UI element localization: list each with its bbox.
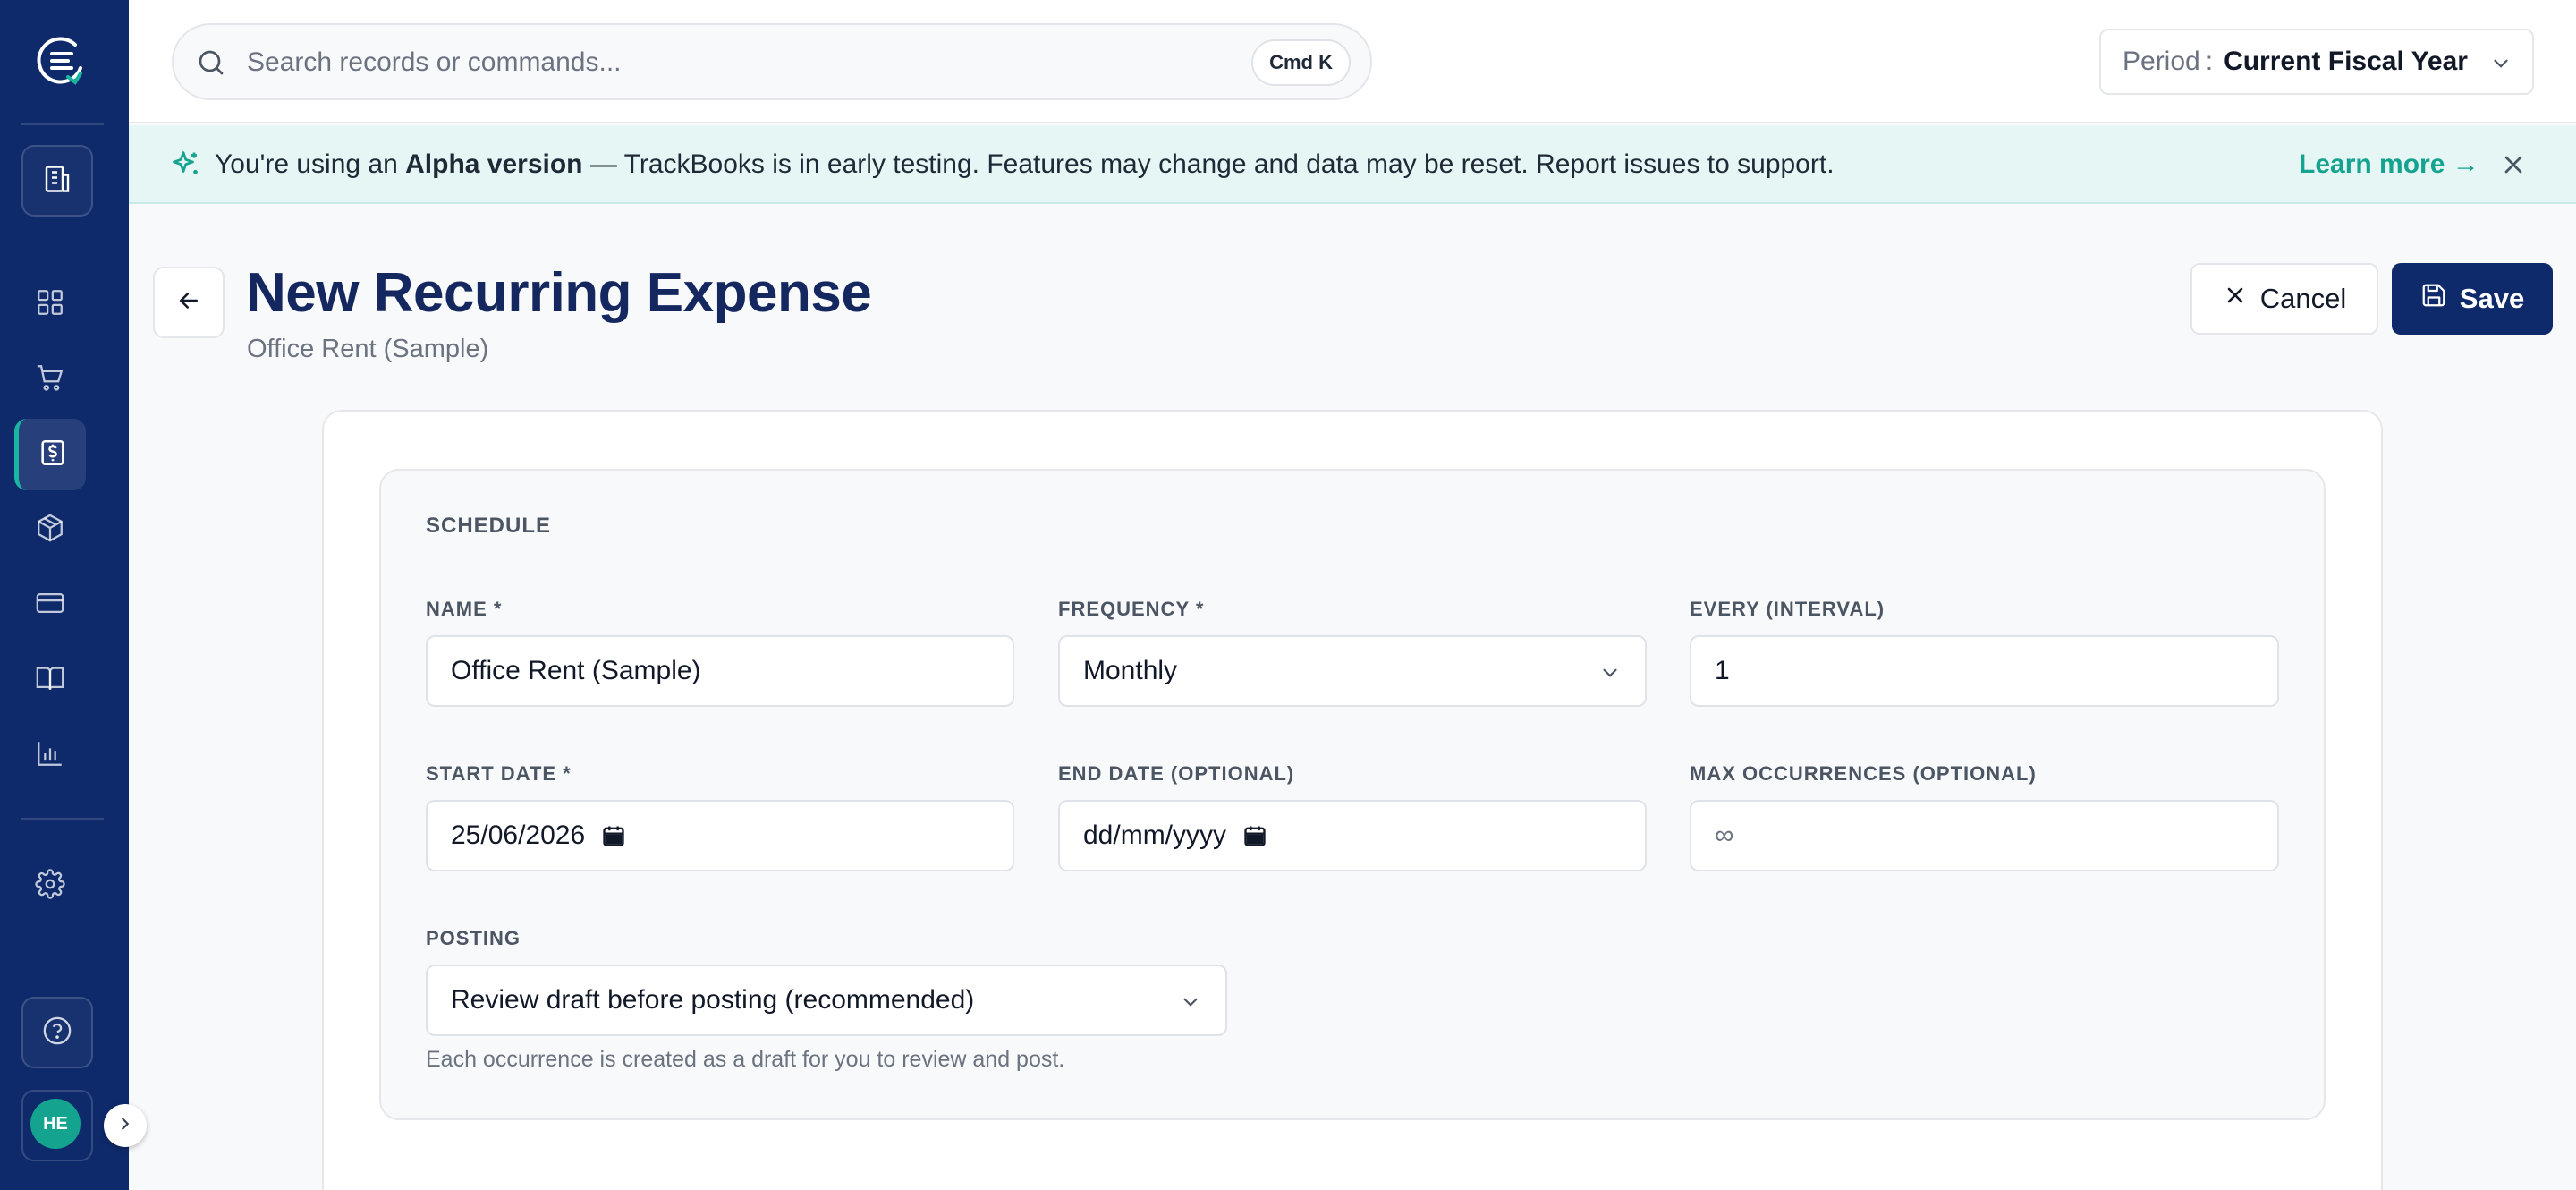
book-icon <box>35 663 65 698</box>
sparkles-icon <box>170 149 202 181</box>
frequency-label: FREQUENCY * <box>1058 598 1205 620</box>
end-date-input[interactable]: dd/mm/yyyy <box>1058 800 1647 871</box>
page-title: New Recurring Expense <box>246 262 872 324</box>
banner-prefix: You're using an <box>215 149 406 179</box>
building-icon <box>41 163 73 200</box>
sidebar-item-expenses[interactable] <box>14 419 86 490</box>
chevron-right-icon <box>115 1114 135 1138</box>
search-input[interactable]: Search records or commands... <box>247 47 622 79</box>
name-value: Office Rent (Sample) <box>451 656 701 685</box>
cancel-label: Cancel <box>2259 283 2347 314</box>
gear-icon <box>35 868 65 904</box>
search-bar[interactable]: Search records or commands... Cmd K <box>172 23 1372 100</box>
section-title: SCHEDULE <box>426 514 552 538</box>
box-icon <box>35 513 65 548</box>
chevron-down-icon <box>1179 990 1202 1014</box>
shortcut-badge: Cmd K <box>1251 39 1351 86</box>
alpha-banner: You're using an Alpha version — TrackBoo… <box>129 125 2576 204</box>
cart-icon <box>35 362 65 397</box>
sidebar-item-help[interactable] <box>21 997 93 1068</box>
sidebar-item-company[interactable] <box>21 145 93 217</box>
calendar-icon[interactable] <box>601 823 626 848</box>
expand-sidebar-button[interactable] <box>104 1104 147 1147</box>
posting-label: POSTING <box>426 927 521 949</box>
banner-highlight: Alpha version <box>405 149 583 179</box>
sidebar-item-sales[interactable] <box>32 361 68 397</box>
period-label: Period <box>2123 47 2200 76</box>
calendar-icon[interactable] <box>1242 823 1267 848</box>
max-occurrences-label: MAX OCCURRENCES (OPTIONAL) <box>1690 762 2037 785</box>
posting-helper-text: Each occurrence is created as a draft fo… <box>426 1047 1065 1072</box>
start-date-value: 25/06/2026 <box>451 820 586 850</box>
sidebar: HE <box>0 0 147 1190</box>
save-label: Save <box>2459 283 2525 314</box>
chevron-down-icon <box>2489 52 2512 75</box>
sidebar-item-settings[interactable] <box>32 868 68 904</box>
sidebar-item-reports[interactable] <box>32 737 68 773</box>
sidebar-item-banking[interactable] <box>32 587 68 623</box>
period-separator: : <box>2205 47 2214 76</box>
search-icon <box>195 47 227 79</box>
period-value: Current Fiscal Year <box>2224 47 2468 76</box>
end-date-label: END DATE (OPTIONAL) <box>1058 762 1295 785</box>
chevron-down-icon <box>1598 661 1622 684</box>
close-icon <box>2223 283 2248 315</box>
close-icon[interactable] <box>2499 150 2528 179</box>
page-subtitle: Office Rent (Sample) <box>247 335 489 363</box>
grid-icon <box>35 287 65 322</box>
interval-input[interactable]: 1 <box>1690 635 2279 707</box>
dollar-receipt-icon <box>38 438 68 472</box>
sidebar-divider <box>21 818 104 820</box>
arrow-left-icon <box>175 287 202 319</box>
banner-message: You're using an Alpha version — TrackBoo… <box>215 147 1835 183</box>
interval-value: 1 <box>1715 656 1730 685</box>
start-date-input[interactable]: 25/06/2026 <box>426 800 1014 871</box>
frequency-select[interactable]: Monthly <box>1058 635 1647 707</box>
name-label: NAME * <box>426 598 503 620</box>
help-circle-icon <box>42 1016 72 1050</box>
avatar[interactable]: HE <box>30 1099 80 1149</box>
back-button[interactable] <box>153 267 225 338</box>
top-bar: Search records or commands... Cmd K Peri… <box>129 0 2576 123</box>
start-date-label: START DATE * <box>426 762 572 785</box>
posting-select[interactable]: Review draft before posting (recommended… <box>426 965 1227 1036</box>
period-select[interactable]: Period : Current Fiscal Year <box>2099 29 2534 95</box>
sidebar-item-dashboard[interactable] <box>32 286 68 322</box>
floppy-disk-icon <box>2420 282 2447 316</box>
banner-rest: — TrackBooks is in early testing. Featur… <box>582 149 1835 179</box>
bar-chart-icon <box>35 738 65 773</box>
interval-label: EVERY (INTERVAL) <box>1690 598 1885 620</box>
posting-value: Review draft before posting (recommended… <box>451 985 975 1015</box>
sidebar-item-accounting[interactable] <box>32 662 68 698</box>
save-button[interactable]: Save <box>2392 263 2553 335</box>
max-occurrences-input[interactable]: ∞ <box>1690 800 2279 871</box>
sidebar-divider <box>21 123 104 125</box>
credit-card-icon <box>35 588 65 623</box>
max-occurrences-placeholder: ∞ <box>1715 820 1734 850</box>
frequency-value: Monthly <box>1083 656 1178 685</box>
learn-more-link[interactable]: Learn more → <box>2299 147 2479 183</box>
app-logo[interactable] <box>32 32 89 89</box>
end-date-placeholder: dd/mm/yyyy <box>1083 820 1227 850</box>
cancel-button[interactable]: Cancel <box>2190 263 2378 335</box>
name-input[interactable]: Office Rent (Sample) <box>426 635 1014 707</box>
sidebar-item-inventory[interactable] <box>32 512 68 548</box>
